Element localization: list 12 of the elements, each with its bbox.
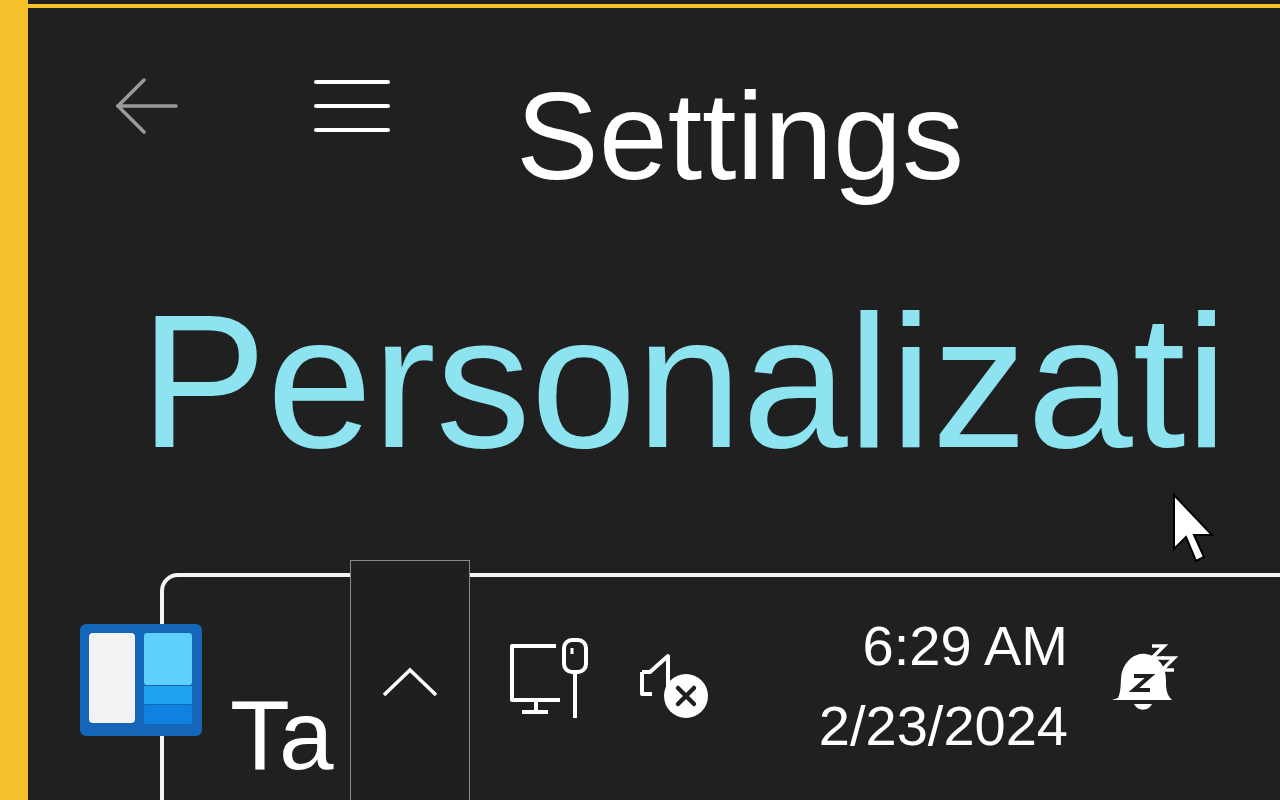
chevron-up-icon bbox=[382, 667, 438, 697]
section-heading: Ta bbox=[230, 679, 334, 792]
clock-date: 2/23/2024 bbox=[818, 693, 1068, 759]
widgets-button[interactable] bbox=[80, 624, 202, 736]
wired-network-icon bbox=[508, 638, 590, 720]
menu-icon bbox=[314, 80, 390, 132]
show-hidden-icons-button[interactable] bbox=[350, 560, 470, 800]
page-heading: Personalizati bbox=[140, 286, 1228, 476]
window-title: Settings bbox=[516, 65, 965, 207]
clock-time: 6:29 AM bbox=[862, 613, 1068, 679]
menu-button[interactable] bbox=[314, 80, 390, 132]
back-button[interactable] bbox=[116, 78, 178, 134]
